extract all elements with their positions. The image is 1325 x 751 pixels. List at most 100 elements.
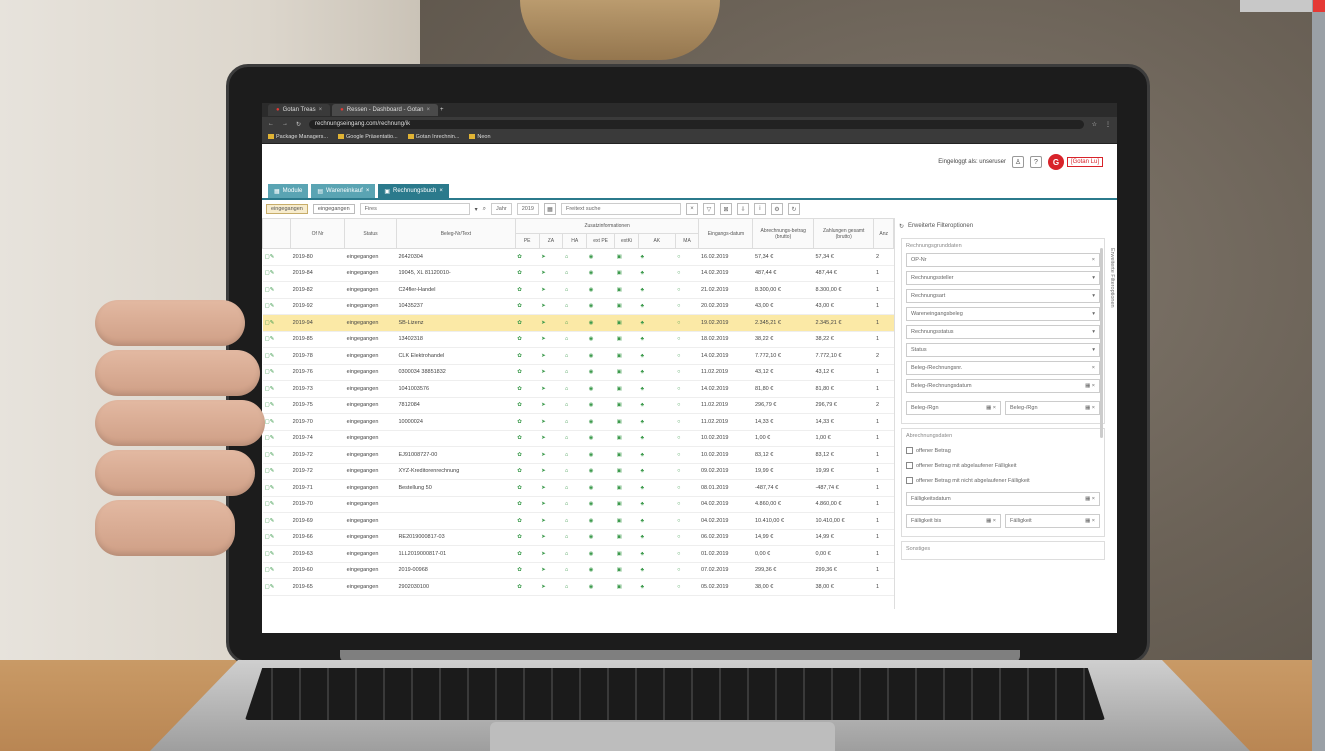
col-header[interactable]: Eingangs-datum	[698, 218, 754, 249]
row-actions[interactable]: ▢✎	[262, 578, 291, 596]
table-row[interactable]: ▢✎ 2019-69 eingegangen ✿ ➤ ⌂ ◉ ▣ ♣ ○ 04.02.2019 10.…	[262, 512, 894, 530]
date-from-field[interactable]: Beleg-/Rgn ▦ ×	[906, 401, 1001, 415]
browser-tab[interactable]: ● Gotan Treas ×	[268, 104, 331, 116]
filter-field[interactable]: Wareneingangsbeleg ▾	[906, 307, 1100, 321]
col-header[interactable]: ZA	[538, 233, 564, 249]
bookmark-item[interactable]: Gotan Inrechnin...	[407, 134, 459, 140]
edit-icon[interactable]: ▢✎	[265, 584, 275, 590]
filter-field[interactable]: Rechnungssteller ▾	[906, 271, 1100, 285]
clear-filter-icon[interactable]: ⊠	[719, 203, 732, 215]
calendar-icon[interactable]: ▦ ×	[1085, 383, 1095, 389]
checkbox[interactable]	[906, 462, 913, 469]
table-row[interactable]: ▢✎ 2019-72 eingegangen XYZ-Kreditorenrechnu…	[262, 463, 894, 480]
table-row[interactable]: ▢✎ 2019-78 eingegangen CLK Elektrohandel ✿ ➤ ⌂…	[262, 347, 894, 365]
col-header[interactable]: MA	[674, 233, 700, 249]
edit-icon[interactable]: ▢✎	[265, 254, 275, 260]
col-header[interactable]: AK	[637, 233, 676, 249]
year-select[interactable]: 2019	[516, 203, 539, 215]
checkbox-row[interactable]: offener Betrag mit nicht abgelaufener Fä…	[906, 477, 1100, 484]
tab-wareneinkauf[interactable]: ▤ Wareneinkauf ×	[311, 184, 376, 198]
chevron-down-icon[interactable]: ▾	[1092, 347, 1095, 353]
col-header[interactable]: Zahlungen gesamt (brutto)	[812, 218, 875, 249]
table-row[interactable]: ▢✎ 2019-70 eingegangen ✿ ➤ ⌂ ◉ ▣ ♣ ○ 04.02.2019 4.8…	[262, 496, 894, 513]
table-row[interactable]: ▢✎ 2019-73 eingegangen 1041003576 ✿ ➤ ⌂ ◉ ▣ ♣ ○ 14.…	[262, 380, 894, 398]
table-row[interactable]: ▢✎ 2019-65 eingegangen 2902030100 ✿ ➤ ⌂ ◉ ▣ ♣ ○ 05.…	[262, 578, 894, 596]
filter-icon[interactable]: ▽	[702, 203, 715, 215]
menu-icon[interactable]: ⋮	[1105, 121, 1111, 128]
export-icon[interactable]: ⇩	[736, 203, 749, 215]
table-row[interactable]: ▢✎ 2019-80 eingegangen 26420304 ✿ ➤ ⌂ ◉ ▣ ♣ ○ 16.02…	[262, 248, 894, 266]
url-field[interactable]: rechnungseingang.com/rechnung/ik	[309, 119, 1084, 129]
checkbox-row[interactable]: offener Betrag mit abgelaufener Fälligke…	[906, 462, 1100, 469]
browser-tab[interactable]: ● Ressen - Dashboard - Gotan ×	[332, 104, 439, 116]
filter-field[interactable]: Rechnungsstatus ▾	[906, 325, 1100, 339]
checkbox[interactable]	[906, 477, 913, 484]
close-icon[interactable]: ×	[1092, 257, 1095, 263]
filter-chip[interactable]: eingegangen	[266, 204, 308, 214]
forward-icon[interactable]: →	[282, 121, 288, 127]
col-header[interactable]: ext PE	[586, 233, 616, 249]
date-to-field[interactable]: Beleg-/Rgn ▦ ×	[1005, 401, 1100, 415]
reload-icon[interactable]: ↻	[296, 121, 301, 128]
col-header[interactable]: Status	[344, 218, 397, 249]
due-from-field[interactable]: Fälligkeit bis ▦ ×	[906, 514, 1001, 528]
close-icon[interactable]: ×	[1092, 365, 1095, 371]
calendar-icon[interactable]: ▦ ×	[1085, 518, 1095, 524]
col-header[interactable]: Beleg-Nr/Text	[395, 218, 516, 249]
table-row[interactable]: ▢✎ 2019-70 eingegangen 10000024 ✿ ➤ ⌂ ◉ ▣ ♣ ○ 11.02…	[262, 413, 894, 431]
chevron-down-icon[interactable]: ▾	[1092, 275, 1095, 281]
col-header[interactable]: PE	[514, 233, 540, 249]
close-icon[interactable]: ×	[427, 107, 431, 113]
table-row[interactable]: ▢✎ 2019-76 eingegangen 0300034 38851832 ✿ ➤ ⌂ ◉…	[262, 364, 894, 381]
star-icon[interactable]: ☆	[1092, 121, 1097, 128]
close-icon[interactable]: ×	[366, 188, 370, 194]
search-input[interactable]: Freitext suche	[560, 203, 681, 215]
user-icon[interactable]: ♙	[1011, 156, 1024, 168]
tab-rechnungsbuch[interactable]: ▣ Rechnungsbuch ×	[378, 184, 449, 198]
table-row[interactable]: ▢✎ 2019-66 eingegangen RE2019000817-03 ✿ ➤ ⌂ ◉ ▣…	[262, 529, 894, 546]
col-header[interactable]: Of Nr	[290, 218, 346, 249]
bookmark-item[interactable]: Google Präsentatio...	[337, 134, 398, 140]
filter-select[interactable]: Fires	[359, 203, 470, 215]
table-row[interactable]: ▢✎ 2019-72 eingegangen EJ91008727-00 ✿ ➤ ⌂ ◉ ▣ ♣ ○…	[262, 446, 894, 464]
calendar-icon[interactable]: ▦	[543, 203, 556, 215]
edit-icon[interactable]: ▢✎	[265, 287, 275, 293]
edit-icon[interactable]: ▢✎	[265, 270, 275, 276]
refresh-icon[interactable]: ↻	[787, 203, 800, 215]
due-to-field[interactable]: Fälligkeit ▦ ×	[1005, 514, 1100, 528]
calendar-icon[interactable]: ▦ ×	[986, 518, 996, 524]
refresh-icon[interactable]: ↻	[899, 223, 904, 230]
new-tab-icon[interactable]: +	[440, 107, 444, 113]
col-header[interactable]: Abrechnungs-betrag (brutto)	[752, 218, 814, 249]
table-row[interactable]: ▢✎ 2019-94 eingegangen SB-Lizenz ✿ ➤ ⌂ ◉ ▣ ♣ ○ 19.0…	[262, 314, 894, 332]
period-select[interactable]: Jahr	[491, 203, 512, 215]
chevron-down-icon[interactable]: ▾	[1092, 311, 1095, 317]
close-icon[interactable]: ×	[319, 107, 323, 113]
tab-module[interactable]: ▦ Module	[268, 184, 309, 198]
row-actions[interactable]: ▢✎	[262, 265, 291, 282]
chevron-down-icon[interactable]: ▾	[1092, 293, 1095, 299]
row-actions[interactable]: ▢✎	[262, 248, 291, 266]
sidebar-collapse-tab[interactable]: Erweiterte Filteroptionen	[1109, 248, 1115, 308]
filter-field[interactable]: Beleg-/Rechnungsdatum ▦ ×	[906, 379, 1100, 393]
filter-field[interactable]: Fälligkeitsdatum ▦ ×	[906, 492, 1100, 506]
col-header[interactable]: extKi	[614, 233, 639, 249]
edit-icon[interactable]: ▢✎	[265, 567, 275, 573]
filter-field[interactable]: Status ▾	[906, 343, 1100, 357]
help-icon[interactable]: ?	[1029, 156, 1042, 168]
row-actions[interactable]: ▢✎	[262, 562, 291, 579]
chevron-down-icon[interactable]: ▾	[475, 206, 478, 213]
info-icon[interactable]: i	[753, 203, 766, 215]
table-row[interactable]: ▢✎ 2019-74 eingegangen ✿ ➤ ⌂ ◉ ▣ ♣ ○ 10.02.2019 1,0…	[262, 430, 894, 447]
checkbox-row[interactable]: offener Betrag	[906, 447, 1100, 454]
filter-field[interactable]: OP-Nr ×	[906, 253, 1100, 267]
bookmark-item[interactable]: Neon	[469, 134, 491, 140]
close-icon[interactable]: ×	[439, 188, 443, 194]
table-row[interactable]: ▢✎ 2019-82 eingegangen C24fler-Handel ✿ ➤ ⌂ ◉ ▣ ♣…	[262, 281, 894, 299]
back-icon[interactable]: ←	[268, 121, 274, 127]
table-row[interactable]: ▢✎ 2019-92 eingegangen 10435237 ✿ ➤ ⌂ ◉ ▣ ♣ ○ 20.02…	[262, 298, 894, 315]
close-icon[interactable]: ×	[685, 203, 698, 215]
filter-field[interactable]: Beleg-/Rechnungsnr. ×	[906, 361, 1100, 375]
calendar-icon[interactable]: ▦ ×	[1085, 496, 1095, 502]
filter-field[interactable]: Rechnungsart ▾	[906, 289, 1100, 303]
